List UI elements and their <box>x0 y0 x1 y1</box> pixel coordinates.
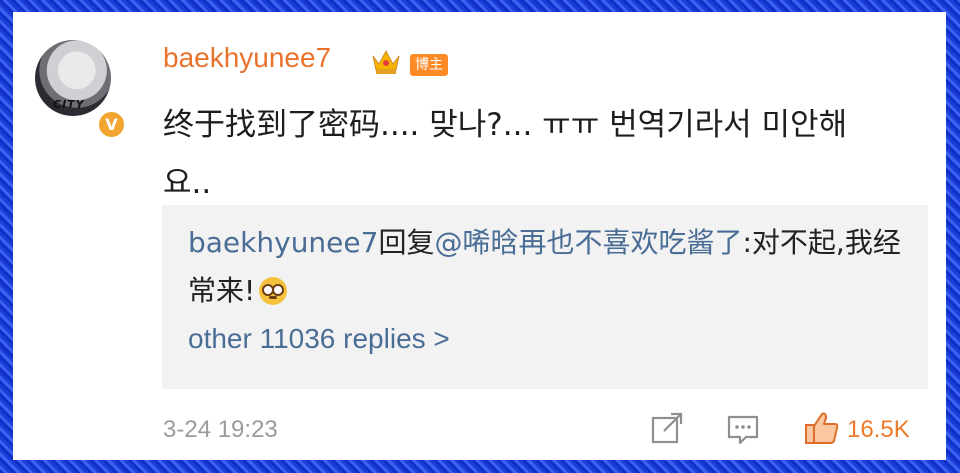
reply-action: 回复 <box>378 226 435 259</box>
reply-content: baekhyunee7回复@唏晗再也不喜欢吃酱了:对不起,我经常来! <box>188 219 908 315</box>
timestamp: 3-24 19:23 <box>163 416 278 443</box>
reply-box[interactable]: baekhyunee7回复@唏晗再也不喜欢吃酱了:对不起,我经常来! other… <box>162 205 928 389</box>
like-count: 16.5K <box>847 416 910 443</box>
reply-mention[interactable]: @唏晗再也不喜欢吃酱了 <box>434 226 742 259</box>
flushed-face-emoji-icon <box>259 277 288 305</box>
username[interactable]: baekhyunee7 <box>163 42 331 74</box>
verified-badge-icon: V <box>97 110 126 139</box>
share-icon[interactable] <box>650 412 684 446</box>
reply-author[interactable]: baekhyunee7 <box>188 226 378 259</box>
comment-card: CITY V baekhyunee7 博主 终于找到了密码.... 맞나?...… <box>13 12 946 460</box>
comment-icon[interactable] <box>726 413 760 445</box>
avatar-text: CITY <box>53 98 85 111</box>
more-replies-link[interactable]: other 11036 replies > <box>188 323 450 355</box>
like-icon[interactable] <box>804 410 840 446</box>
crown-icon <box>372 49 400 74</box>
comment-text: 终于找到了密码.... 맞나?... ㅠㅠ 번역기라서 미안해요.. <box>163 107 848 201</box>
author-badge: 博主 <box>410 54 448 76</box>
avatar[interactable]: CITY <box>35 40 111 116</box>
